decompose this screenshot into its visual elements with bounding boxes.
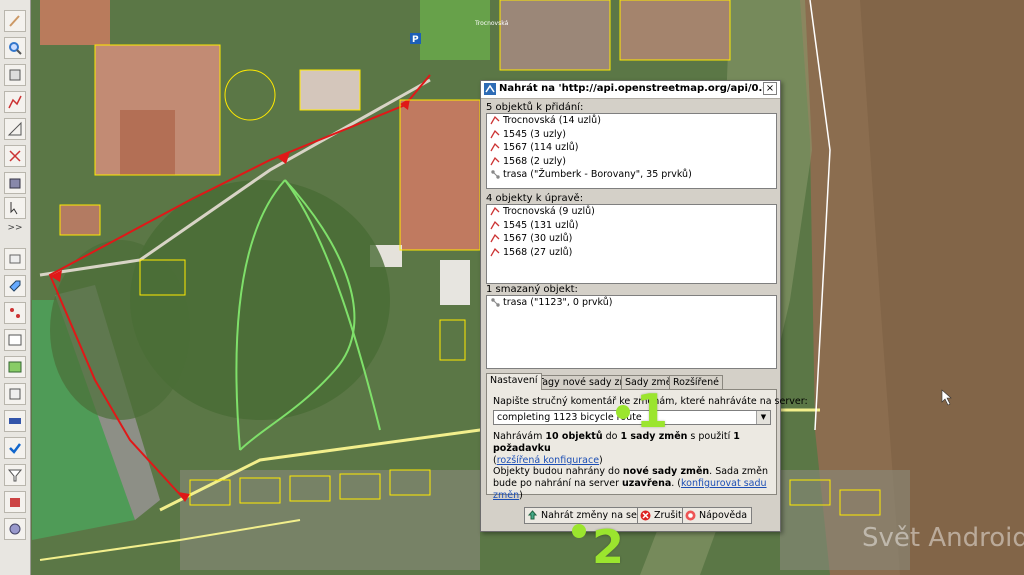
list-item[interactable]: Trocnovská (9 uzlů) (487, 205, 776, 219)
preset-button[interactable] (4, 491, 26, 513)
relation-icon (491, 170, 500, 179)
relation-icon (491, 298, 500, 307)
pool-label: Trocnovská (474, 20, 509, 27)
filter-button[interactable] (4, 464, 26, 486)
help-button[interactable]: Nápověda (682, 507, 753, 524)
layers-button[interactable] (4, 248, 26, 270)
chevron-down-icon[interactable]: ▼ (756, 411, 770, 424)
step2-number: 2 (592, 520, 625, 574)
close-button[interactable]: × (763, 82, 777, 95)
split-way-tool-button[interactable] (4, 145, 26, 167)
draw-tool-button[interactable] (4, 10, 26, 32)
imagery-button[interactable] (4, 356, 26, 378)
select-area-icon (10, 202, 18, 215)
advanced-config-link[interactable]: rozšířená konfigurace (497, 455, 599, 466)
dialog-title: Nahrát na 'http://api.openstreetmap.org/… (499, 83, 776, 94)
added-section-label: 5 objektů k přidání: (486, 102, 584, 113)
cancel-button[interactable]: Zrušit (637, 507, 687, 524)
list-item[interactable]: 1568 (27 uzlů) (487, 246, 776, 260)
relation-icon (10, 308, 20, 318)
parking-label: P (412, 35, 419, 45)
upload-dialog: Nahrát na 'http://api.openstreetmap.org/… (480, 80, 808, 532)
select-tool-button[interactable] (4, 64, 26, 86)
select-icon (9, 69, 21, 81)
merge-icon (9, 418, 21, 424)
settings-button[interactable] (4, 518, 26, 540)
way-icon (490, 129, 500, 138)
upload-icon (527, 510, 538, 520)
filter-icon (7, 469, 23, 482)
toolbar-more-button[interactable]: >> (4, 222, 26, 234)
deleted-section-label: 1 smazaný objekt: (486, 284, 578, 295)
photo-icon (8, 334, 22, 346)
tag-icon (9, 280, 21, 292)
left-toolbar: >> (0, 0, 31, 575)
modified-section-label: 4 objekty k úpravě: (486, 193, 584, 204)
dialog-titlebar[interactable]: Nahrát na 'http://api.openstreetmap.org/… (481, 81, 780, 99)
watermark: Svět Androidů.cz (862, 523, 1024, 553)
upload-icon (9, 388, 21, 400)
building-tool-button[interactable] (4, 172, 26, 194)
josm-icon (484, 83, 496, 95)
added-list[interactable]: Trocnovská (14 uzlů) 1545 (3 uzly) 1567 … (486, 113, 777, 189)
preset-icon (10, 498, 20, 507)
building-icon (9, 178, 21, 189)
tag-button[interactable] (4, 275, 26, 297)
list-item[interactable]: 1545 (3 uzly) (487, 128, 776, 142)
measure-tool-button[interactable] (4, 118, 26, 140)
draw-icon (9, 15, 20, 27)
imagery-icon (8, 361, 22, 373)
list-item[interactable]: 1567 (30 uzlů) (487, 232, 776, 246)
validate-icon (9, 443, 21, 454)
changeset-summary: Objekty budou nahrány do nové sady změn.… (493, 466, 769, 501)
merge-button[interactable] (4, 410, 26, 432)
way-icon (490, 233, 500, 243)
step2-dot (572, 524, 586, 538)
draw-way-tool-button[interactable] (4, 91, 26, 113)
settings-panel: Napište stručný komentář ke změnám, kter… (486, 389, 808, 501)
photo-button[interactable] (4, 329, 26, 351)
list-item[interactable]: Trocnovská (14 uzlů) (487, 114, 776, 128)
settings-icon (9, 523, 21, 535)
modified-list[interactable]: Trocnovská (9 uzlů) 1545 (131 uzlů) 1567… (486, 204, 777, 284)
upload-tool-button[interactable] (4, 383, 26, 405)
way-icon (490, 115, 500, 125)
zoom-icon (9, 42, 22, 55)
layers-icon (9, 254, 21, 264)
list-item[interactable]: 1567 (114 uzlů) (487, 141, 776, 155)
draw-way-icon (8, 95, 22, 109)
split-way-icon (9, 150, 21, 162)
step1-dot (616, 405, 630, 419)
zoom-tool-button[interactable] (4, 37, 26, 59)
way-icon (490, 247, 500, 256)
list-item[interactable]: 1545 (131 uzlů) (487, 219, 776, 233)
tab-advanced[interactable]: Rozšířené (669, 375, 723, 389)
list-item[interactable]: 1568 (2 uzly) (487, 155, 776, 169)
validate-button[interactable] (4, 437, 26, 459)
step1-number: 1 (636, 384, 669, 438)
way-icon (490, 206, 500, 216)
measure-icon (7, 121, 22, 136)
cancel-icon (640, 510, 651, 521)
comment-combo[interactable]: ▼ (493, 410, 771, 425)
upload-summary: Nahrávám 10 objektů do 1 sady změn s pou… (493, 431, 740, 466)
help-icon (685, 510, 696, 521)
list-item[interactable]: trasa ("1123", 0 prvků) (487, 296, 776, 310)
tab-settings[interactable]: Nastavení (486, 373, 542, 390)
way-icon (490, 156, 500, 165)
deleted-list[interactable]: trasa ("1123", 0 prvků) (486, 295, 777, 369)
relation-button[interactable] (4, 302, 26, 324)
list-item[interactable]: trasa ("Žumberk - Borovany", 35 prvků) (487, 168, 776, 182)
way-icon (490, 142, 500, 152)
way-icon (490, 220, 500, 229)
select-area-tool-button[interactable] (4, 197, 26, 219)
